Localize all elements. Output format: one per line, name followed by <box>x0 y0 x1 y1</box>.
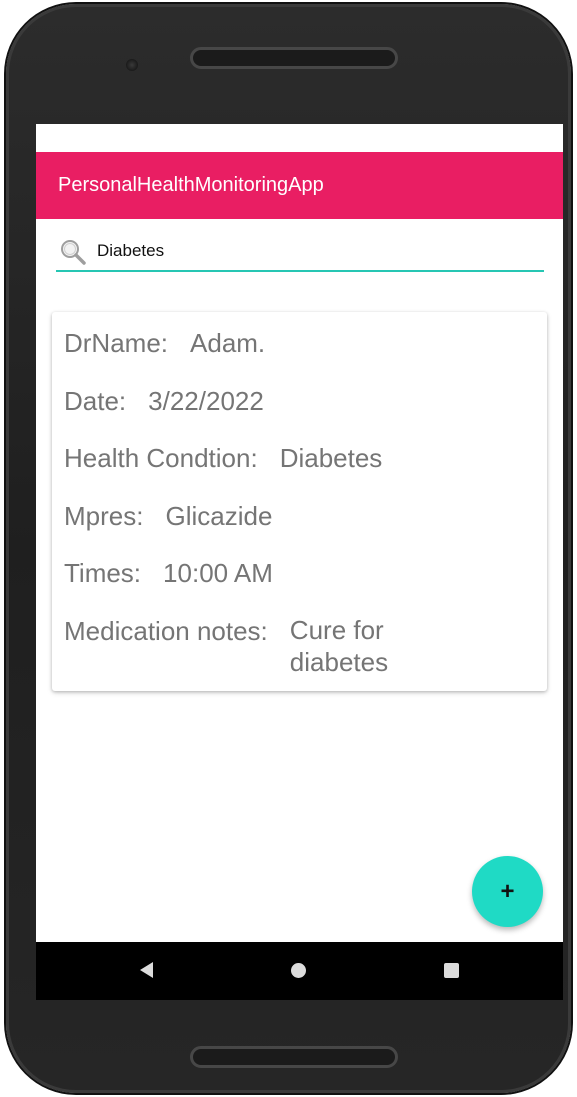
camera-icon <box>126 59 138 71</box>
date-label: Date: <box>64 386 127 416</box>
mpres-row: Mpres: Glicazide <box>64 499 272 533</box>
mpres-label: Mpres: <box>64 501 144 531</box>
notes-label: Medication notes: <box>64 616 268 646</box>
home-icon[interactable] <box>291 963 306 978</box>
add-record-button[interactable]: + <box>472 856 543 927</box>
health-record-card[interactable]: DrName: Adam. Date: 3/22/2022 Health Condt… <box>52 312 547 691</box>
mpres-value: Glicazide <box>165 501 273 531</box>
doctor-label: DrName: <box>64 328 169 358</box>
search-bar[interactable] <box>56 232 544 272</box>
app-bar: PersonalHealthMonitoringApp <box>36 152 563 219</box>
times-row: Times: 10:00 AM <box>64 556 273 590</box>
back-icon[interactable] <box>140 962 153 978</box>
search-icon[interactable] <box>59 238 87 266</box>
condition-value: Diabetes <box>279 443 383 473</box>
condition-row: Health Condtion: Diabetes <box>64 441 382 475</box>
condition-label: Health Condtion: <box>64 443 258 473</box>
date-value: 3/22/2022 <box>148 386 264 416</box>
phone-frame: PersonalHealthMonitoringApp DrName: Adam.… <box>6 4 571 1093</box>
date-row: Date: 3/22/2022 <box>64 384 264 418</box>
search-input[interactable] <box>97 232 517 270</box>
recent-apps-icon[interactable] <box>444 963 459 978</box>
doctor-row: DrName: Adam. <box>64 326 265 360</box>
notes-value: Cure for diabetes <box>289 615 389 677</box>
notes-row: Medication notes: Cure for diabetes <box>64 614 430 678</box>
bottom-speaker <box>190 1046 398 1068</box>
app-title: PersonalHealthMonitoringApp <box>58 174 324 196</box>
earpiece-speaker <box>190 47 398 69</box>
status-bar <box>36 124 563 152</box>
screen: PersonalHealthMonitoringApp DrName: Adam.… <box>36 124 563 1000</box>
navigation-bar <box>36 942 563 1000</box>
times-label: Times: <box>64 558 142 588</box>
doctor-value: Adam. <box>190 328 266 358</box>
plus-icon: + <box>500 877 515 905</box>
times-value: 10:00 AM <box>163 558 273 588</box>
